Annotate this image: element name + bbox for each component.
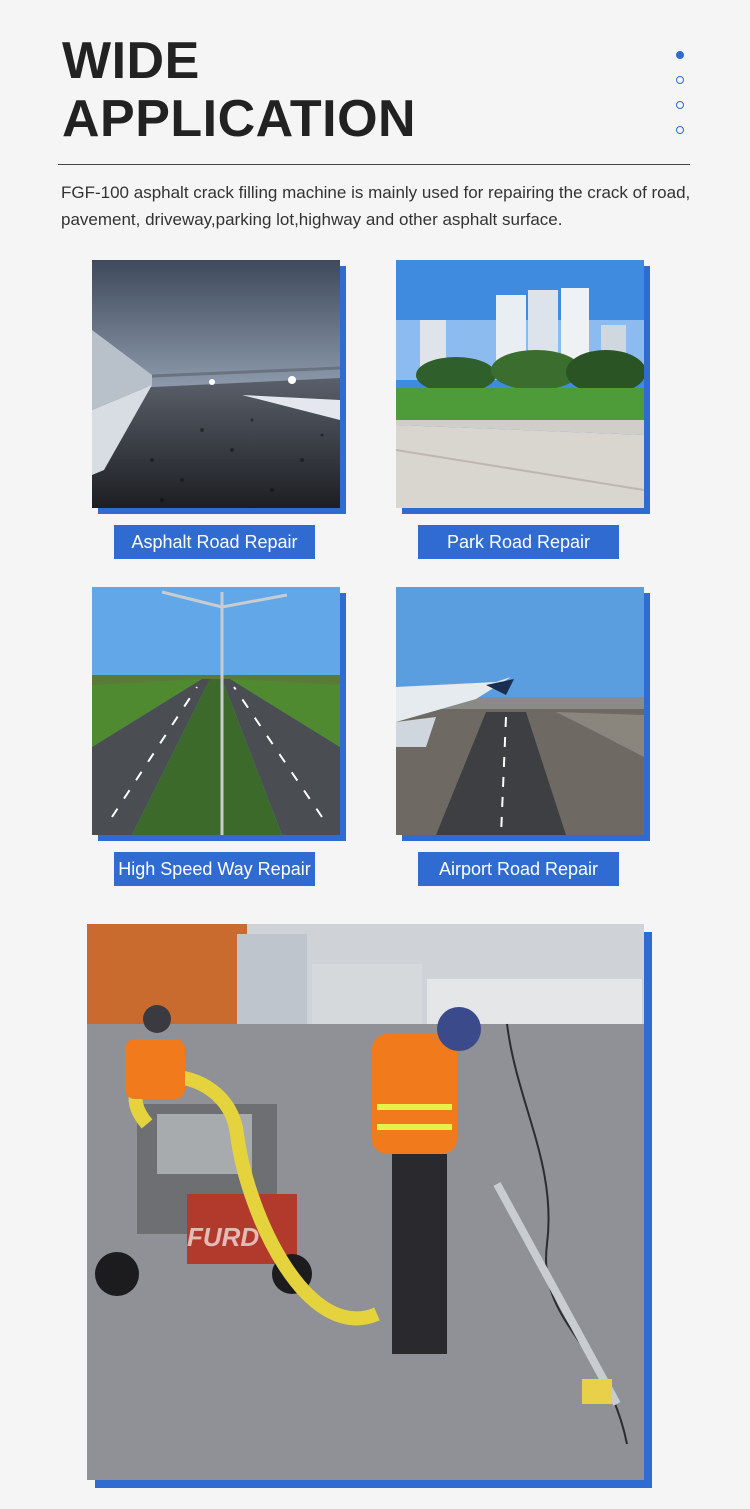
card-label: Airport Road Repair [418, 852, 619, 886]
asphalt-road-photo [92, 260, 340, 508]
card-label: Asphalt Road Repair [114, 525, 315, 559]
pager-dot-1[interactable] [676, 51, 684, 59]
park-road-photo [396, 260, 644, 508]
header-divider [58, 164, 690, 165]
card-label: High Speed Way Repair [114, 852, 315, 886]
description-text: FGF-100 asphalt crack filling machine is… [61, 183, 691, 229]
card-label: Park Road Repair [418, 525, 619, 559]
pager-dot-3[interactable] [676, 101, 684, 109]
highway-photo [92, 587, 340, 835]
title-line-2: APPLICATION [62, 90, 417, 148]
pager-dot-2[interactable] [676, 76, 684, 84]
pager-dots [676, 51, 684, 151]
pager-dot-4[interactable] [676, 126, 684, 134]
furd-watermark: FURD [187, 1222, 259, 1252]
page-title: WIDE APPLICATION [62, 32, 416, 148]
airport-runway-photo [396, 587, 644, 835]
workers-crack-filling-photo: FURD [87, 924, 644, 1480]
title-line-1: WIDE [62, 32, 200, 90]
